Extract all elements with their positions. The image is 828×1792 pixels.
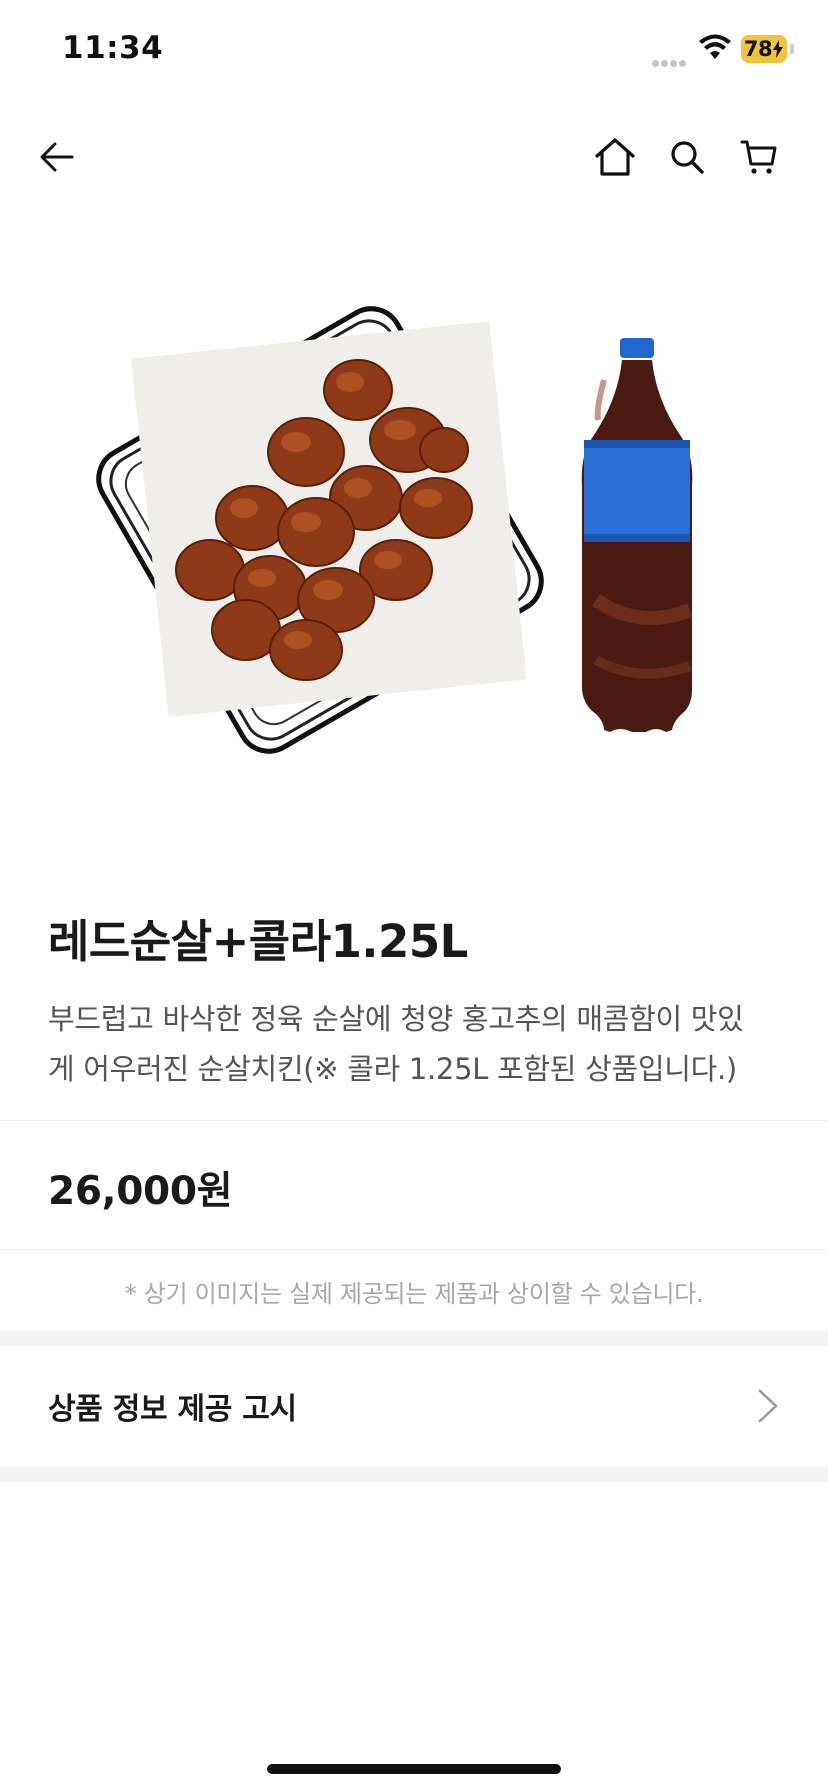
- cellular-signal-icon: [652, 52, 692, 67]
- section-separator: [0, 1330, 828, 1346]
- back-button[interactable]: [32, 132, 82, 182]
- home-indicator: [267, 1764, 561, 1774]
- product-description: 부드럽고 바삭한 정육 순살에 청양 홍고추의 매콤함이 맛있 게 어우러진 순…: [48, 994, 780, 1094]
- cart-button[interactable]: [734, 132, 784, 182]
- home-button[interactable]: [590, 132, 640, 182]
- divider: [0, 1249, 828, 1250]
- product-price: 26,000원: [48, 1169, 233, 1214]
- chicken-basket-image: [96, 306, 544, 754]
- home-icon: [595, 138, 635, 176]
- wifi-icon: [699, 34, 731, 59]
- battery-indicator: 78: [741, 35, 787, 63]
- product-image: [96, 306, 693, 754]
- cola-bottle-image: [581, 338, 693, 732]
- battery-cap: [790, 44, 794, 54]
- divider: [0, 1120, 828, 1121]
- top-navigation-bar: [0, 112, 828, 202]
- cart-icon: [740, 140, 777, 174]
- search-button[interactable]: [662, 132, 712, 182]
- image-disclaimer: * 상기 이미지는 실제 제공되는 제품과 상이할 수 있습니다.: [124, 1280, 704, 1308]
- status-bar: 11:34 78: [0, 0, 828, 100]
- product-info-notice-label: 상품 정보 제공 고시: [48, 1392, 297, 1427]
- arrow-left-icon: [40, 142, 74, 172]
- product-description-line: 게 어우러진 순살치킨(※ 콜라 1.25L 포함된 상품입니다.): [48, 1052, 737, 1086]
- section-separator: [0, 1466, 828, 1482]
- search-icon: [671, 141, 704, 174]
- product-title: 레드순살+콜라1.25L: [48, 915, 468, 968]
- status-time: 11:34: [62, 30, 164, 66]
- battery-level: 78: [743, 37, 773, 61]
- product-info: 레드순살+콜라1.25L 부드럽고 바삭한 정육 순살에 청양 홍고추의 매콤함…: [48, 905, 780, 1094]
- charging-bolt-icon: [773, 40, 784, 58]
- product-description-line: 부드럽고 바삭한 정육 순살에 청양 홍고추의 매콤함이 맛있: [48, 1002, 744, 1036]
- chevron-right-icon: [758, 1389, 778, 1423]
- product-info-notice-row[interactable]: 상품 정보 제공 고시: [0, 1346, 828, 1466]
